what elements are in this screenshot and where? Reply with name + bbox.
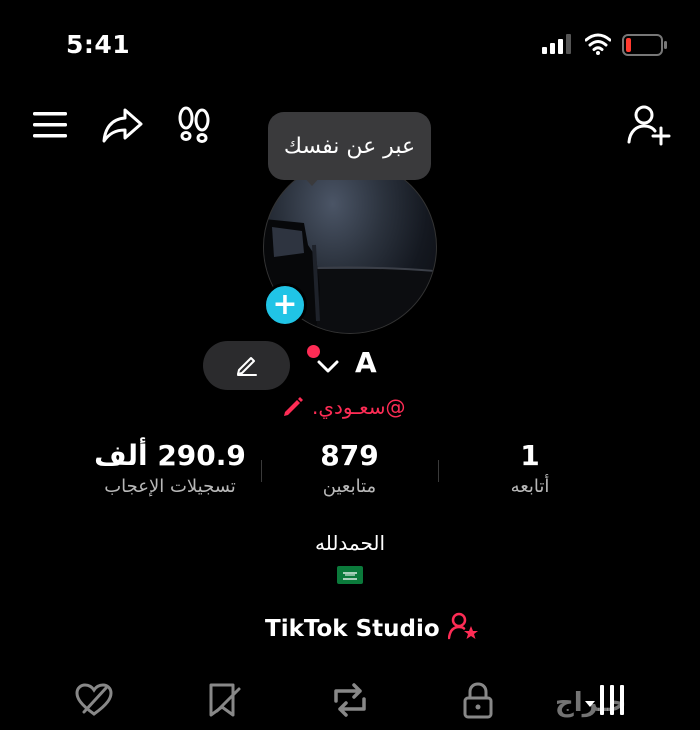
tab-private[interactable] [456,680,500,724]
following-stat[interactable]: 1 أتابعه [440,439,620,498]
repost-icon [330,681,370,723]
add-avatar-button[interactable]: + [263,283,307,327]
likes-label: تسجيلات الإعجاب [104,476,236,497]
tab-bookmarks[interactable] [202,680,246,724]
studio-label: TikTok Studio [265,616,440,642]
liked-icon [74,682,114,722]
battery-icon [622,34,668,60]
footprints-icon[interactable] [174,103,214,147]
following-count: 1 [520,439,540,472]
tab-liked[interactable] [72,680,116,724]
bookmark-icon [205,681,243,723]
saudi-flag-icon [337,566,363,588]
bio-text: الحمدلله [314,531,386,555]
profile-name[interactable]: A [355,346,377,379]
username-row[interactable]: @سعـودي. [282,393,422,421]
pencil-icon [234,351,260,381]
wifi-icon [584,33,612,59]
pencil-icon [282,394,306,420]
add-user-icon[interactable] [626,103,672,147]
divider [438,460,439,482]
creator-user-icon [447,612,478,646]
lock-icon [461,681,495,723]
tooltip-tail [303,176,321,186]
likes-count: 290.9 ألف [94,439,246,472]
following-label: أتابعه [510,476,550,497]
menu-icon[interactable] [30,105,70,145]
likes-stat[interactable]: 290.9 ألف تسجيلات الإعجاب [80,439,260,498]
share-icon[interactable] [100,105,144,145]
username: @سعـودي. [312,395,406,419]
followers-stat[interactable]: 879 متابعين [262,439,437,498]
tiktok-studio-link[interactable]: TikTok Studio [265,612,478,646]
tab-reposts[interactable] [328,680,372,724]
edit-profile-button[interactable] [203,341,290,390]
haraj-watermark: حـراج [555,688,627,718]
chevron-down-icon[interactable] [314,352,342,380]
followers-count: 879 [320,439,379,472]
followers-label: متابعين [322,476,377,497]
tooltip: عبر عن نفسك [268,112,431,180]
signal-icon [542,34,574,58]
status-time: 5:41 [66,30,131,59]
